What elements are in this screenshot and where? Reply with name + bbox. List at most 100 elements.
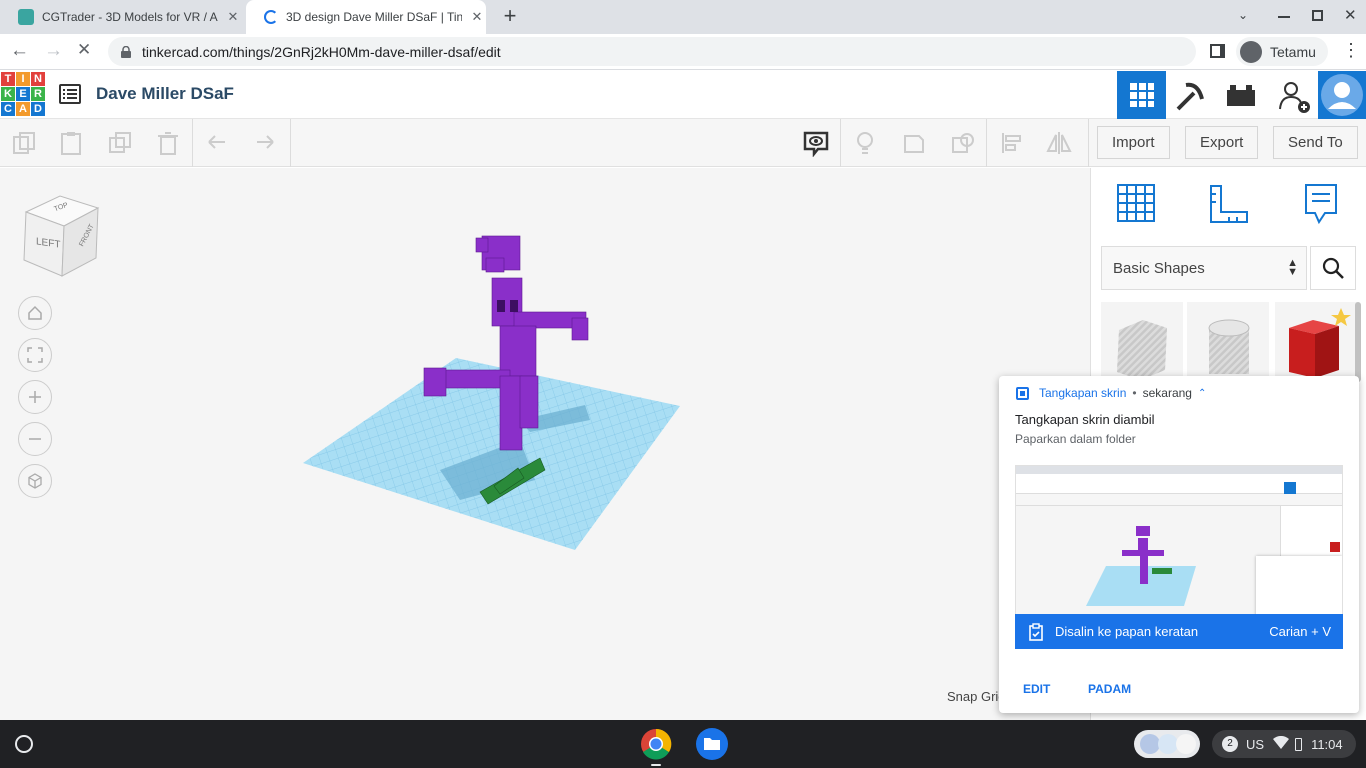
import-button[interactable]: Import bbox=[1097, 126, 1170, 159]
send-to-button[interactable]: Send To bbox=[1273, 126, 1358, 159]
shape-search-button[interactable] bbox=[1310, 246, 1356, 290]
3d-view-button[interactable] bbox=[1117, 71, 1166, 119]
panel-scrollbar[interactable] bbox=[1355, 302, 1361, 382]
wifi-icon bbox=[1273, 735, 1290, 752]
shape-box-hole[interactable] bbox=[1101, 302, 1183, 380]
export-button[interactable]: Export bbox=[1185, 126, 1259, 159]
tab-cgtrader[interactable]: CGTrader - 3D Models for VR / AR ✕ bbox=[0, 0, 246, 34]
fit-icon bbox=[27, 347, 43, 363]
close-tab-icon[interactable]: ✕ bbox=[226, 9, 240, 25]
snap-grid-label: Snap Grid bbox=[947, 689, 1006, 704]
collapse-chevron-icon[interactable]: ⌃ bbox=[1198, 388, 1206, 399]
undo-icon[interactable] bbox=[202, 127, 234, 159]
ungroup-icon[interactable] bbox=[947, 127, 979, 159]
copy-icon[interactable] bbox=[8, 127, 40, 159]
status-area[interactable]: 2 US 11:04 bbox=[1212, 730, 1356, 758]
profile-avatar-icon bbox=[1240, 40, 1262, 63]
shape-red-box[interactable] bbox=[1275, 302, 1357, 380]
user-avatar[interactable] bbox=[1318, 71, 1366, 119]
home-view-button[interactable] bbox=[18, 296, 52, 330]
3d-workspace[interactable]: LEFT FRONT TOP Snap Grid bbox=[0, 168, 1090, 720]
url-text: tinkercad.com/things/2GnRj2kH0Mm-dave-mi… bbox=[142, 43, 501, 60]
duplicate-icon[interactable] bbox=[104, 127, 136, 159]
delete-icon[interactable] bbox=[152, 127, 184, 159]
tray-avatar-icon bbox=[1140, 734, 1160, 754]
favorite-star-icon bbox=[1331, 308, 1351, 326]
delete-button[interactable]: PADAM bbox=[1088, 682, 1131, 696]
notification-time: sekarang bbox=[1142, 386, 1192, 400]
edit-button[interactable]: EDIT bbox=[1023, 682, 1050, 696]
forward-button[interactable]: → bbox=[44, 40, 63, 62]
cgtrader-favicon-icon bbox=[18, 9, 34, 25]
screenshot-thumbnail[interactable] bbox=[1015, 465, 1343, 615]
tray-app-icon bbox=[1176, 734, 1196, 754]
add-user-icon[interactable] bbox=[1277, 79, 1311, 113]
design-list-icon[interactable] bbox=[59, 84, 81, 104]
ime-label: US bbox=[1246, 736, 1265, 752]
stop-loading-button[interactable]: ✕ bbox=[77, 40, 91, 60]
tray-app-icon bbox=[1158, 734, 1178, 754]
screenshot-notification[interactable]: Tangkapan skrin • sekarang ⌃ Tangkapan s… bbox=[999, 376, 1359, 713]
zoom-out-button[interactable] bbox=[18, 422, 52, 456]
plus-icon bbox=[29, 391, 41, 403]
address-bar[interactable]: tinkercad.com/things/2GnRj2kH0Mm-dave-mi… bbox=[108, 37, 1196, 66]
minus-icon bbox=[29, 438, 41, 440]
avatar-icon bbox=[1321, 74, 1363, 116]
pickaxe-icon[interactable] bbox=[1172, 79, 1206, 113]
notes-visibility-icon[interactable] bbox=[800, 127, 832, 159]
loading-spinner-icon bbox=[264, 10, 278, 24]
tab-tinkercad[interactable]: 3D design Dave Miller DSaF | Tinkercad ✕ bbox=[246, 0, 486, 34]
back-button[interactable]: ← bbox=[10, 40, 29, 62]
workplane-scene[interactable] bbox=[290, 223, 690, 563]
search-icon bbox=[1322, 257, 1344, 279]
tray-icons-pill[interactable] bbox=[1134, 730, 1200, 758]
group-icon[interactable] bbox=[898, 127, 930, 159]
paste-icon[interactable] bbox=[55, 127, 87, 159]
ruler-icon[interactable] bbox=[1207, 182, 1251, 226]
zoom-in-button[interactable] bbox=[18, 380, 52, 414]
battery-icon bbox=[1295, 737, 1303, 751]
clipboard-icon bbox=[1027, 622, 1045, 641]
align-icon[interactable] bbox=[996, 127, 1028, 159]
shape-cylinder-hole[interactable] bbox=[1187, 302, 1269, 380]
copied-text: Disalin ke papan keratan bbox=[1055, 624, 1199, 639]
browser-menu-icon[interactable]: ⋮ bbox=[1342, 40, 1360, 60]
minimize-icon[interactable] bbox=[1278, 16, 1290, 18]
launcher-button[interactable] bbox=[15, 735, 33, 753]
mirror-icon[interactable] bbox=[1043, 127, 1075, 159]
copied-to-clipboard-bar: Disalin ke papan keratan Carian + V bbox=[1015, 614, 1343, 649]
tinkercad-header: T I N K E R C A D Dave Miller DSaF bbox=[0, 71, 1366, 119]
bricks-icon[interactable] bbox=[1226, 83, 1256, 107]
select-arrows-icon: ▲ ▼ bbox=[1287, 257, 1298, 278]
tab-strip: CGTrader - 3D Models for VR / AR ✕ 3D de… bbox=[0, 0, 1366, 34]
tab-search-icon[interactable]: ⌄ bbox=[1238, 8, 1248, 22]
logo-letter: E bbox=[16, 87, 30, 101]
redo-icon[interactable] bbox=[248, 127, 280, 159]
workplane-icon[interactable] bbox=[1115, 182, 1157, 224]
logo-letter: K bbox=[1, 87, 15, 101]
notification-subtitle[interactable]: Paparkan dalam folder bbox=[1015, 432, 1136, 446]
close-window-icon[interactable]: ✕ bbox=[1344, 6, 1357, 24]
logo-letter: R bbox=[31, 87, 45, 101]
lightbulb-icon[interactable] bbox=[849, 127, 881, 159]
clock-time: 11:04 bbox=[1311, 736, 1343, 752]
new-tab-button[interactable]: + bbox=[498, 5, 522, 29]
tinkercad-logo[interactable]: T I N K E R C A D bbox=[1, 72, 45, 116]
active-app-indicator bbox=[651, 764, 661, 766]
design-title[interactable]: Dave Miller DSaF bbox=[96, 84, 234, 104]
chrome-app-icon[interactable] bbox=[640, 728, 672, 760]
view-cube[interactable]: LEFT FRONT TOP bbox=[20, 192, 102, 278]
fit-view-button[interactable] bbox=[18, 338, 52, 372]
profile-label: Tetamu bbox=[1270, 43, 1316, 60]
shape-category-select[interactable]: Basic Shapes ▲ ▼ bbox=[1101, 246, 1307, 290]
files-app-icon[interactable] bbox=[696, 728, 728, 760]
logo-letter: D bbox=[31, 102, 45, 116]
notes-icon[interactable] bbox=[1303, 182, 1339, 226]
profile-button[interactable]: Tetamu bbox=[1236, 37, 1328, 66]
notification-title: Tangkapan skrin diambil bbox=[1015, 412, 1155, 427]
close-tab-icon[interactable]: ✕ bbox=[470, 9, 484, 25]
perspective-button[interactable] bbox=[18, 464, 52, 498]
restore-icon[interactable] bbox=[1312, 10, 1323, 21]
side-panel-icon[interactable] bbox=[1210, 44, 1225, 58]
browser-toolbar: ← → ✕ tinkercad.com/things/2GnRj2kH0Mm-d… bbox=[0, 34, 1366, 70]
